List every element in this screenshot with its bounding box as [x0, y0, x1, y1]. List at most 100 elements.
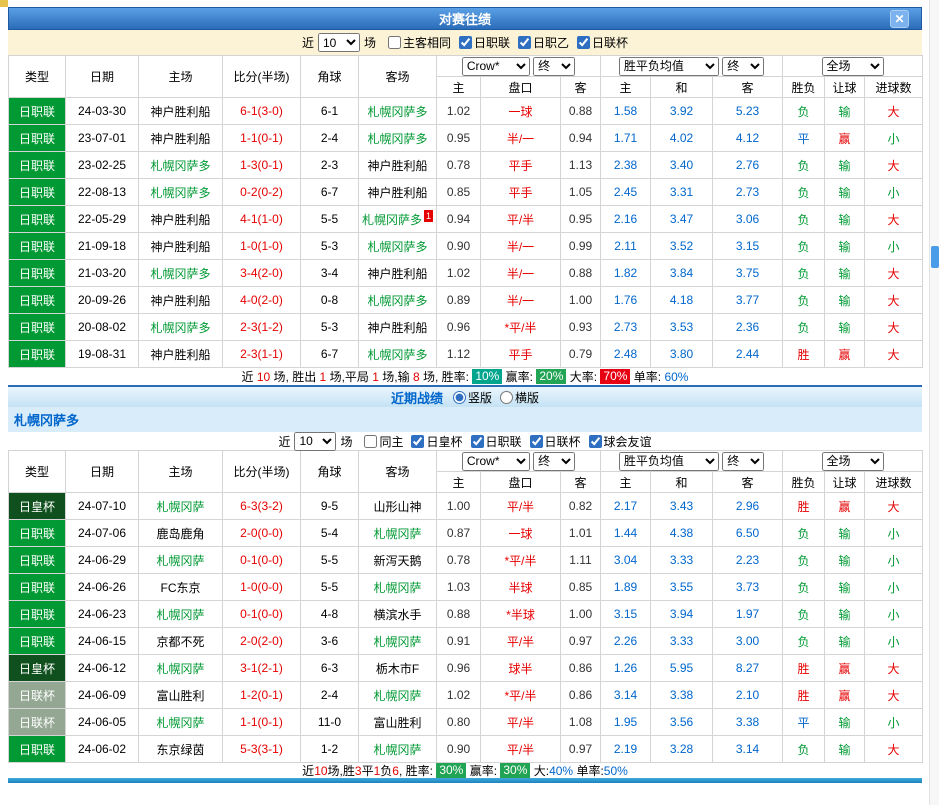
filter-checkbox-option[interactable]: 球会友谊: [589, 433, 652, 450]
rate-badge: 30%: [500, 763, 530, 778]
h2h-titlebar: 对赛往绩 ✕: [8, 7, 922, 30]
result-wdl: 胜: [783, 341, 825, 368]
filter-checkbox-option[interactable]: 日皇杯: [411, 433, 462, 450]
home-odds: 0.91: [437, 628, 481, 655]
vertical-scrollbar[interactable]: [929, 0, 939, 805]
summary-text: 6: [392, 764, 399, 778]
avg-home-odds: 1.89: [601, 574, 651, 601]
subcol-avg-draw: 和: [651, 77, 713, 98]
handicap-line: 平手: [481, 341, 561, 368]
home-team: 札幌冈萨: [139, 493, 223, 520]
corner-score: 0-8: [301, 287, 359, 314]
checkbox[interactable]: [388, 36, 401, 49]
rate-badge: 20%: [536, 369, 566, 384]
avg-home-odds: 2.17: [601, 493, 651, 520]
corner-score: 5-3: [301, 314, 359, 341]
filter-checkbox-option[interactable]: 主客相同: [388, 34, 451, 51]
summary-text: 负: [380, 762, 392, 779]
result-wdl: 负: [783, 520, 825, 547]
handicap-line: 平/半: [481, 628, 561, 655]
away-odds: 0.86: [561, 682, 601, 709]
bookmaker-select[interactable]: Crow*: [462, 452, 530, 471]
final-odds-select[interactable]: 终: [533, 57, 575, 76]
filter-checkbox-option[interactable]: 日联杯: [530, 433, 581, 450]
avg-odds-select[interactable]: 胜平负均值: [619, 452, 719, 471]
match-date: 23-02-25: [66, 152, 139, 179]
vertical-layout-radio[interactable]: [453, 391, 466, 404]
avg-odds-select[interactable]: 胜平负均值: [619, 57, 719, 76]
fulltime-select[interactable]: 全场: [822, 452, 884, 471]
close-icon[interactable]: ✕: [890, 10, 909, 28]
match-row: 日职联24-06-15京都不死2-0(2-0)3-6札幌冈萨0.91平/半0.9…: [9, 628, 923, 655]
score: 6-1(3-0): [223, 98, 301, 125]
avg-home-odds: 2.45: [601, 179, 651, 206]
avg-away-odds: 2.96: [713, 493, 783, 520]
checkbox-label: 日联杯: [592, 34, 628, 51]
filter-checkbox-option[interactable]: 日职联: [459, 34, 510, 51]
avg-home-odds: 2.48: [601, 341, 651, 368]
games-label: 场: [364, 34, 376, 51]
filter-checkbox-option[interactable]: 日联杯: [577, 34, 628, 51]
avg-home-odds: 2.38: [601, 152, 651, 179]
checkbox[interactable]: [577, 36, 590, 49]
checkbox[interactable]: [530, 435, 543, 448]
score: 6-3(3-2): [223, 493, 301, 520]
filter-checkbox-option[interactable]: 同主: [364, 433, 403, 450]
home-team: 神户胜利船: [139, 341, 223, 368]
avg-draw-odds: 3.47: [651, 206, 713, 233]
avg-away-odds: 1.97: [713, 601, 783, 628]
subcol-let: 让球: [825, 472, 865, 493]
avg-final-select[interactable]: 终: [722, 452, 764, 471]
bookmaker-select[interactable]: Crow*: [462, 57, 530, 76]
scrollbar-thumb[interactable]: [931, 246, 939, 268]
avg-away-odds: 3.00: [713, 628, 783, 655]
avg-draw-odds: 3.55: [651, 574, 713, 601]
home-team: 神户胜利船: [139, 125, 223, 152]
match-row: 日职联21-09-18神户胜利船1-0(1-0)5-3札幌冈萨多0.90半/一0…: [9, 233, 923, 260]
fulltime-select[interactable]: 全场: [822, 57, 884, 76]
layout-option-horizontal[interactable]: 横版: [500, 389, 539, 406]
avg-draw-odds: 3.33: [651, 547, 713, 574]
home-odds: 0.80: [437, 709, 481, 736]
corner-score: 5-3: [301, 233, 359, 260]
final-odds-select[interactable]: 终: [533, 452, 575, 471]
score: 0-2(0-2): [223, 179, 301, 206]
checkbox[interactable]: [518, 36, 531, 49]
score: 0-1(0-0): [223, 547, 301, 574]
checkbox[interactable]: [589, 435, 602, 448]
match-row: 日职联21-03-20札幌冈萨多3-4(2-0)3-4神户胜利船1.02半/一0…: [9, 260, 923, 287]
match-date: 24-06-26: [66, 574, 139, 601]
home-odds: 1.02: [437, 260, 481, 287]
avg-away-odds: 2.73: [713, 179, 783, 206]
checkbox[interactable]: [471, 435, 484, 448]
col-header-away: 客场: [359, 451, 437, 493]
checkbox[interactable]: [364, 435, 377, 448]
summary-text: 平: [362, 762, 374, 779]
result-handicap: 输: [825, 233, 865, 260]
subcol-odds-away: 客: [561, 77, 601, 98]
avg-away-odds: 6.50: [713, 520, 783, 547]
recent-match-count-select[interactable]: 10: [294, 432, 336, 451]
layout-option-vertical[interactable]: 竖版: [453, 389, 492, 406]
avg-final-select[interactable]: 终: [722, 57, 764, 76]
score: 1-1(0-1): [223, 125, 301, 152]
home-team: 京都不死: [139, 628, 223, 655]
col-header-date: 日期: [66, 56, 139, 98]
horizontal-layout-radio[interactable]: [500, 391, 513, 404]
filter-checkbox-option[interactable]: 日职乙: [518, 34, 569, 51]
away-team: 山形山神: [359, 493, 437, 520]
handicap-line: 半/一: [481, 125, 561, 152]
filter-checkbox-option[interactable]: 日职联: [471, 433, 522, 450]
score: 1-3(0-1): [223, 152, 301, 179]
corner-score: 9-5: [301, 493, 359, 520]
result-wdl: 负: [783, 152, 825, 179]
home-team: 札幌冈萨多: [139, 260, 223, 287]
score: 4-1(1-0): [223, 206, 301, 233]
result-goals: 小: [865, 574, 923, 601]
handicap-line: 半球: [481, 574, 561, 601]
corner-score: 4-8: [301, 601, 359, 628]
avg-home-odds: 2.11: [601, 233, 651, 260]
checkbox[interactable]: [411, 435, 424, 448]
checkbox[interactable]: [459, 36, 472, 49]
match-count-select[interactable]: 10: [318, 33, 360, 52]
